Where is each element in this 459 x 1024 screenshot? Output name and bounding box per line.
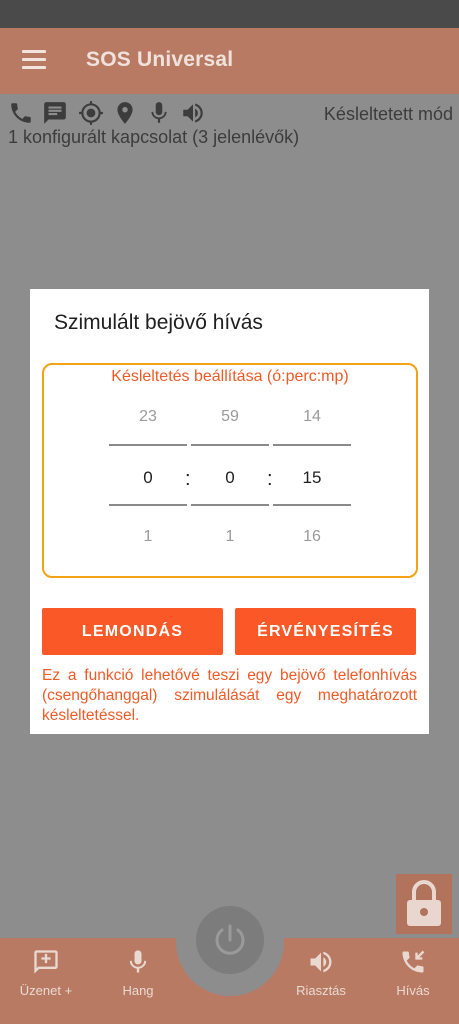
time-separator: : [185,468,191,490]
power-icon [215,924,245,955]
seconds-picker[interactable]: 14 15 16 [273,365,351,576]
lock-button[interactable] [396,874,452,934]
speaker-icon [183,103,203,123]
add-message-icon [34,950,58,974]
status-bar [0,0,459,28]
minutes-value[interactable]: 0 [191,468,269,488]
delay-picker: Késleltetés beállítása (ó:perc:mp) 23 0 … [42,363,418,578]
nav-voice-label: Hang [122,983,154,998]
nav-message[interactable]: Üzenet + [6,938,86,1024]
seconds-value[interactable]: 15 [273,468,351,488]
minutes-prev[interactable]: 59 [191,408,269,426]
nav-call-label: Hívás [396,983,430,998]
minutes-next[interactable]: 1 [191,528,269,546]
speaker-icon [310,951,332,973]
minutes-picker[interactable]: 59 0 1 [191,365,269,576]
app-bar: SOS Universal [0,28,459,94]
phone-icon [11,103,31,123]
contacts-summary: 1 konfigurált kapcsolat (3 jelenlévők) [8,127,300,147]
dialog-title: Szimulált bejövő hívás [54,311,263,334]
location-pin-icon [117,102,133,124]
microphone-icon [129,950,147,973]
hours-prev[interactable]: 23 [109,408,187,426]
hours-picker[interactable]: 23 0 1 [109,365,187,576]
seconds-next[interactable]: 16 [273,528,351,546]
nav-alarm[interactable]: Riasztás [281,938,361,1024]
nav-message-label: Üzenet + [19,983,73,998]
incoming-call-icon [402,950,425,973]
nav-voice[interactable]: Hang [98,938,178,1024]
delay-mode-label: Késleltetett mód [323,104,453,124]
dialog-description: Ez a funkció lehetővé teszi egy bejövő t… [42,667,417,724]
app-title: SOS Universal [86,48,234,71]
hours-next[interactable]: 1 [109,528,187,546]
status-icons-row: Késleltetett mód [8,100,453,128]
nav-alarm-label: Riasztás [296,983,346,998]
cancel-button[interactable]: LEMONDÁS [42,608,223,655]
nav-call[interactable]: Hívás [373,938,453,1024]
lock-icon [407,880,441,926]
power-button[interactable] [196,906,264,974]
sms-icon [44,102,66,124]
gps-icon [79,101,103,125]
menu-icon[interactable] [22,50,46,70]
microphone-icon [151,102,167,123]
hours-value[interactable]: 0 [109,468,187,488]
simulated-call-dialog: Szimulált bejövő hívás Késleltetés beáll… [30,289,429,734]
time-separator: : [267,468,273,490]
confirm-button[interactable]: ÉRVÉNYESÍTÉS [235,608,416,655]
seconds-prev[interactable]: 14 [273,408,351,426]
